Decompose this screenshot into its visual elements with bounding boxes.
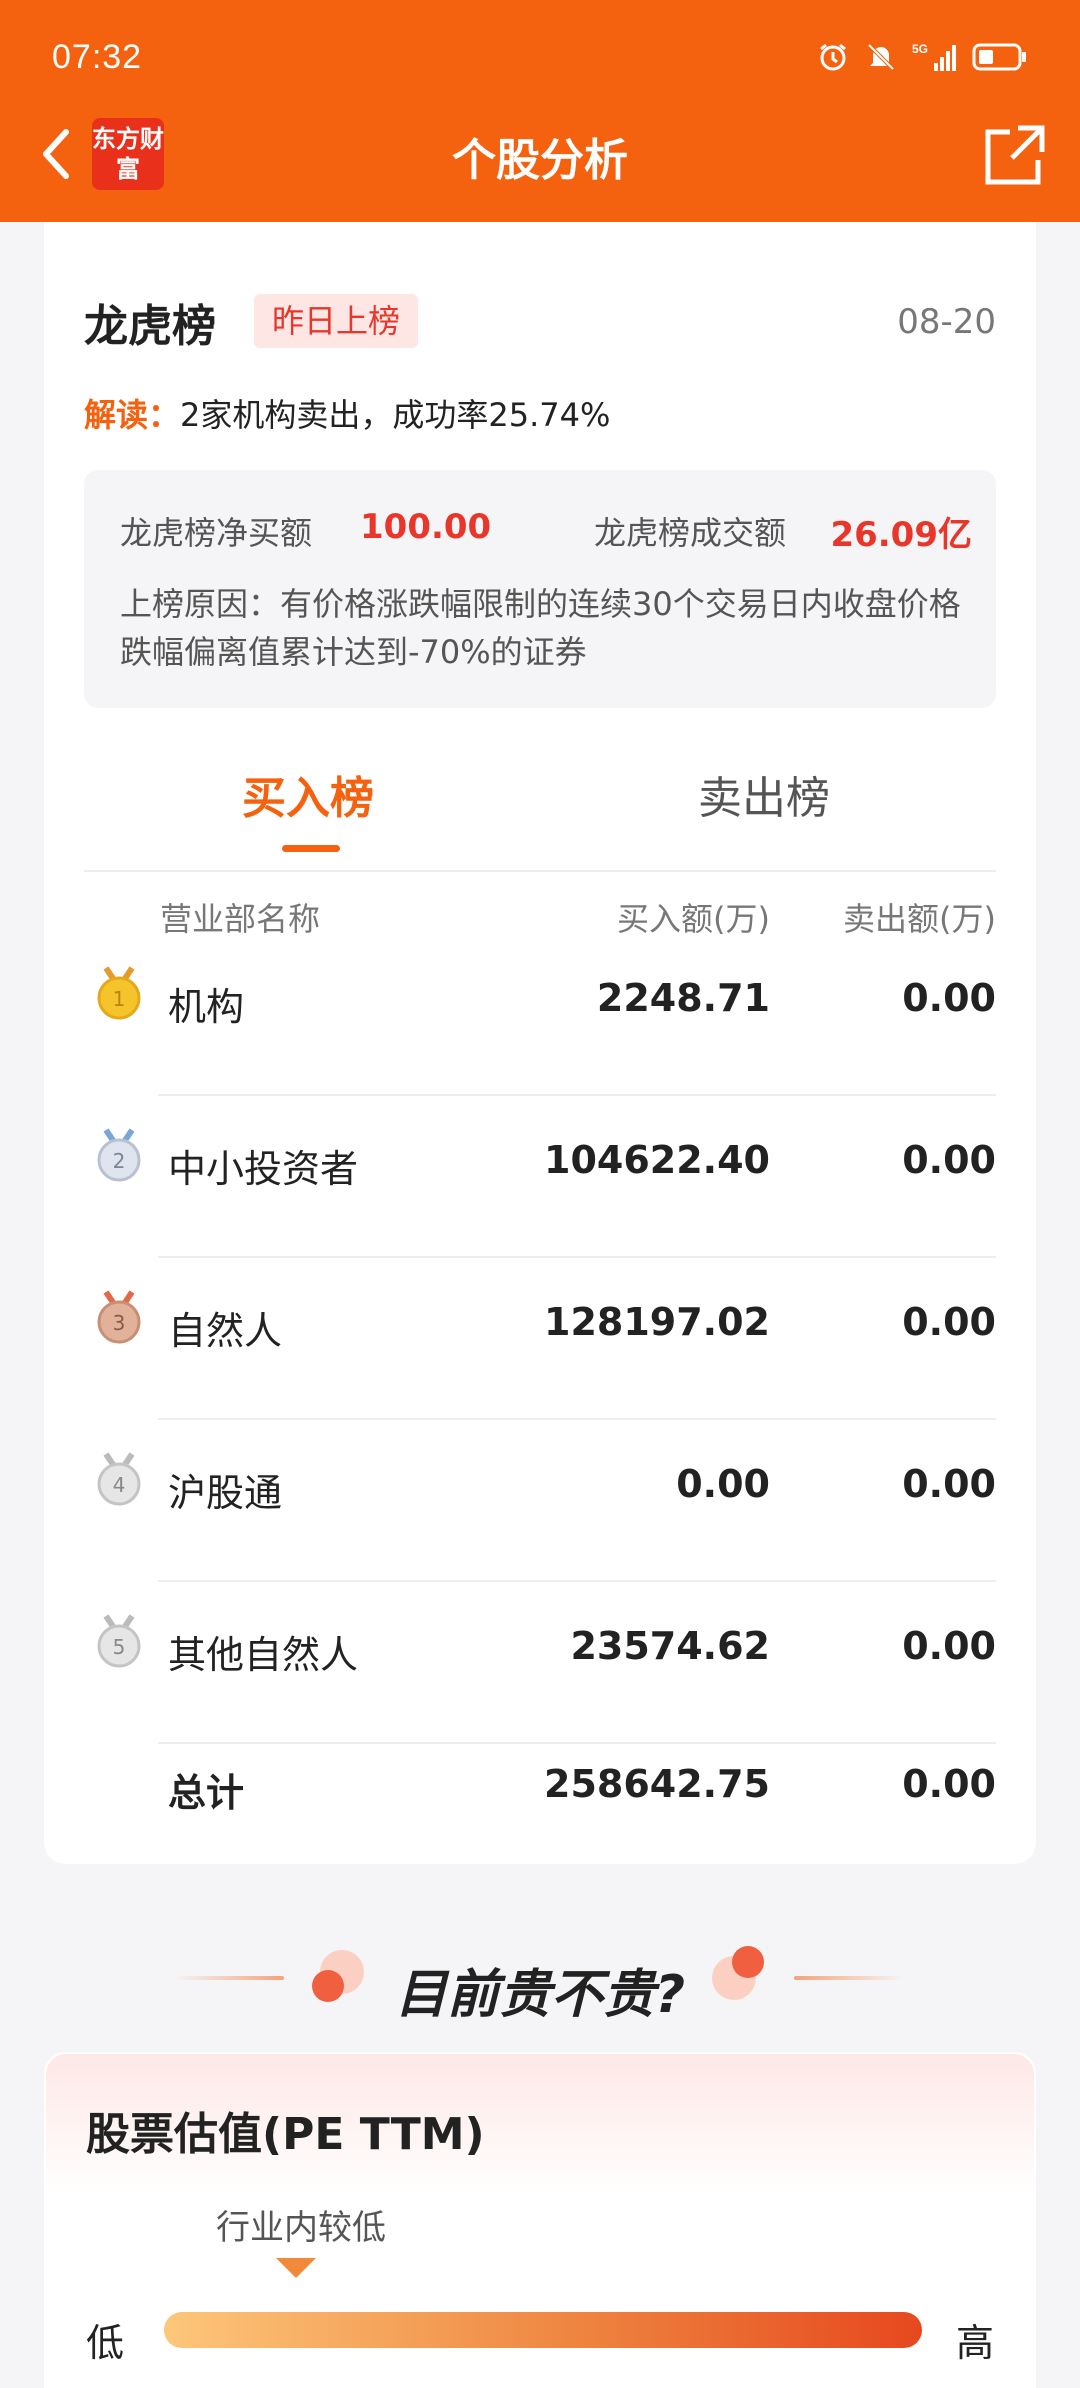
- pe-marker-label: 行业内较低: [216, 2208, 386, 2248]
- table-row[interactable]: 5 其他自然人 23574.62 0.00: [84, 1582, 996, 1744]
- total-label: 总计: [168, 1771, 245, 1815]
- turnover-value: 26.09亿: [830, 515, 972, 555]
- svg-text:3: 3: [113, 1311, 126, 1335]
- section-title: 目前贵不贵?: [394, 1965, 686, 2025]
- row-buy: 0.00: [676, 1462, 770, 1506]
- row-buy: 128197.02: [544, 1300, 770, 1344]
- share-icon: [985, 125, 1045, 185]
- row-name: 中小投资者: [168, 1147, 359, 1191]
- total-sell: 0.00: [902, 1762, 996, 1806]
- row-name: 机构: [168, 985, 245, 1029]
- pe-title: 股票估值(PE TTM): [86, 2109, 485, 2160]
- battery-icon: [972, 40, 1028, 74]
- top-bar: 07:32 5G 东方财富 个股分析: [0, 0, 1080, 222]
- table-row[interactable]: 3 自然人 128197.02 0.00: [84, 1258, 996, 1420]
- decor-dots-icon: [712, 1946, 764, 2000]
- svg-text:5: 5: [113, 1635, 126, 1659]
- total-buy: 258642.75: [544, 1762, 770, 1806]
- divider: [84, 870, 996, 872]
- tab-buy[interactable]: 买入榜: [242, 762, 374, 826]
- pe-card: 股票估值(PE TTM) 行业内较低 低 高: [44, 2052, 1036, 2388]
- tab-sell[interactable]: 卖出榜: [698, 762, 830, 826]
- tab-indicator: [282, 845, 340, 852]
- svg-text:1: 1: [113, 987, 126, 1011]
- divider: [794, 1976, 904, 1980]
- lhb-date: 08-20: [897, 302, 996, 342]
- signal-icon: 5G: [912, 40, 958, 74]
- row-name: 沪股通: [168, 1471, 283, 1515]
- net-buy-value: 100.00: [360, 507, 492, 547]
- row-sell: 0.00: [902, 1462, 996, 1506]
- row-buy: 104622.40: [544, 1138, 770, 1182]
- table-row[interactable]: 4 沪股通 0.00 0.00: [84, 1420, 996, 1582]
- interpretation-label: 解读：: [84, 396, 181, 434]
- row-sell: 0.00: [902, 976, 996, 1020]
- svg-text:4: 4: [113, 1473, 126, 1497]
- share-button[interactable]: [980, 120, 1050, 190]
- row-sell: 0.00: [902, 1138, 996, 1182]
- alarm-icon: [816, 40, 850, 74]
- row-buy: 23574.62: [570, 1624, 770, 1668]
- row-name: 其他自然人: [168, 1633, 359, 1677]
- rank-medal-icon: 4: [97, 1452, 141, 1506]
- page-title: 个股分析: [452, 135, 628, 186]
- interpretation-text: 2家机构卖出，成功率25.74%: [180, 396, 611, 434]
- turnover-label: 龙虎榜成交额: [594, 514, 787, 552]
- row-sell: 0.00: [902, 1624, 996, 1668]
- rank-medal-icon: 5: [97, 1614, 141, 1668]
- pe-high-label: 高: [955, 2321, 994, 2365]
- pe-gradient-bar: [164, 2312, 922, 2348]
- row-sell: 0.00: [902, 1300, 996, 1344]
- silver-medal-icon: 2: [97, 1128, 141, 1182]
- row-buy: 2248.71: [596, 976, 770, 1020]
- listing-reason: 上榜原因：有价格涨跌幅限制的连续30个交易日内收盘价格跌幅偏离值累计达到-70%…: [120, 585, 961, 671]
- pe-marker-arrow-icon: [276, 2258, 316, 2278]
- bronze-medal-icon: 3: [97, 1290, 141, 1344]
- total-row: 总计 258642.75 0.00: [84, 1732, 996, 1852]
- status-badge: 昨日上榜: [254, 294, 419, 348]
- status-time: 07:32: [52, 38, 143, 76]
- gold-medal-icon: 1: [97, 966, 141, 1020]
- valuation-section-header: 目前贵不贵?: [0, 1940, 1080, 2040]
- svg-text:2: 2: [113, 1149, 126, 1173]
- table-row[interactable]: 1 机构 2248.71 0.00: [84, 934, 996, 1096]
- lhb-interpretation: 解读：2家机构卖出，成功率25.74%: [84, 390, 610, 436]
- pe-low-label: 低: [86, 2321, 125, 2365]
- mute-icon: [864, 40, 898, 74]
- row-name: 自然人: [168, 1309, 283, 1353]
- table-row[interactable]: 2 中小投资者 104622.40 0.00: [84, 1096, 996, 1258]
- status-icons: 5G: [816, 40, 1028, 74]
- lhb-card: 龙虎榜 昨日上榜 08-20 解读：2家机构卖出，成功率25.74% 龙虎榜净买…: [44, 222, 1036, 1864]
- lhb-info-box: 龙虎榜净买额 100.00 龙虎榜成交额 26.09亿 上榜原因：有价格涨跌幅限…: [84, 470, 996, 708]
- lhb-title: 龙虎榜: [84, 301, 216, 352]
- svg-text:5G: 5G: [912, 42, 928, 56]
- net-buy-label: 龙虎榜净买额: [120, 514, 313, 552]
